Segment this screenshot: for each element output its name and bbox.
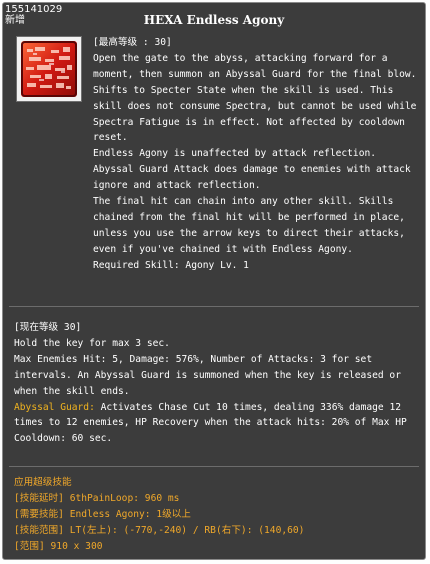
max-level-label: [最高等级 : 30]: [93, 37, 172, 48]
cooldown-text: Cooldown: 60 sec.: [14, 433, 113, 445]
description-paragraph-3: Abyssal Guard Attack does damage to enem…: [93, 164, 411, 192]
skill-delay: [技能延时] 6thPainLoop: 960 ms: [14, 492, 180, 504]
super-skill-section: 应用超级技能 [技能延时] 6thPainLoop: 960 ms [需要技能]…: [14, 475, 418, 555]
damage-text: Max Enemies Hit: 5, Damage: 576%, Number…: [14, 353, 401, 397]
description-paragraph-2: Endless Agony is unaffected by attack re…: [93, 148, 377, 160]
super-skill-title: 应用超级技能: [14, 477, 72, 488]
required-skill-level: [需要技能] Endless Agony: 1级以上: [14, 508, 191, 520]
abyssal-guard-label: Abyssal Guard:: [14, 401, 95, 413]
endless-agony-skill-icon: [21, 41, 77, 97]
current-level-label: [现在等级 30]: [14, 322, 82, 333]
description-paragraph-4: The final hit can chain into any other s…: [93, 196, 405, 255]
description-paragraph-1: Open the gate to the abyss, attacking fo…: [93, 52, 417, 144]
skill-range: [范围] 910 x 300: [14, 540, 103, 552]
current-level-section: [现在等级 30] Hold the key for max 3 sec. Ma…: [14, 320, 418, 447]
abyssal-guard-text: Abyssal Guard: Activates Chase Cut 10 ti…: [14, 400, 418, 432]
skill-tooltip: 155141029 新增 HEXA Endless Agony [最高等级: …: [2, 2, 426, 560]
skill-icon-frame: [16, 36, 82, 102]
skill-title: HEXA Endless Agony: [143, 13, 285, 27]
hold-key-text: Hold the key for max 3 sec.: [14, 337, 170, 349]
required-skill: Required Skill: Agony Lv. 1: [93, 259, 249, 271]
skill-range-lt-rb: [技能范围] LT(左上): (-770,-240) / RB(右下): (14…: [14, 524, 305, 536]
divider-top: [9, 306, 419, 307]
skill-description: [最高等级 : 30] Open the gate to the abyss, …: [93, 35, 419, 274]
divider-bottom: [9, 466, 419, 467]
